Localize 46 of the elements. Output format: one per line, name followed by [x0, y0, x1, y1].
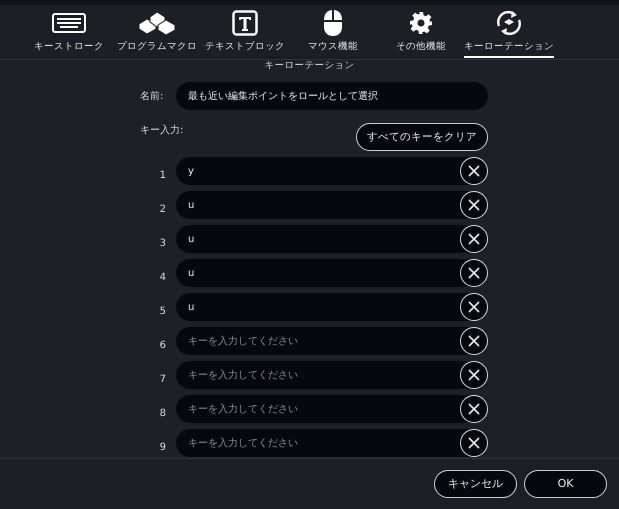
row-number: 6: [158, 338, 167, 350]
close-icon: [468, 267, 480, 279]
row-number: 2: [158, 202, 167, 214]
row-number: 1: [158, 168, 167, 180]
keyboard-icon: [52, 13, 86, 33]
close-icon: [468, 233, 480, 245]
remove-key-button[interactable]: [460, 395, 488, 423]
section-heading: キーローテーション: [264, 60, 354, 71]
remove-key-button[interactable]: [460, 429, 488, 457]
remove-key-button[interactable]: [460, 293, 488, 321]
remove-key-button[interactable]: [460, 157, 488, 185]
row-number: 3: [158, 236, 167, 248]
key-input-label: キー入力:: [140, 124, 184, 137]
remove-key-button[interactable]: [460, 191, 488, 219]
rotation-icon: [494, 10, 524, 36]
row-number: 7: [158, 372, 167, 384]
tab[interactable]: プログラムマクロ: [113, 5, 201, 59]
close-icon: [468, 437, 480, 449]
name-label: 名前:: [140, 90, 164, 103]
close-icon: [468, 335, 480, 347]
remove-key-button[interactable]: [460, 225, 488, 253]
row-number: 9: [158, 440, 167, 452]
row-number: 4: [158, 270, 167, 282]
mouse-icon: [323, 9, 343, 37]
close-icon: [468, 369, 480, 381]
clear-all-button[interactable]: すべてのキーをクリア: [356, 123, 488, 151]
text-box-icon: [232, 10, 258, 36]
cancel-button[interactable]: キャンセル: [434, 470, 517, 498]
tab[interactable]: キーストローク: [25, 5, 113, 59]
ok-button[interactable]: OK: [524, 470, 607, 498]
row-number: 5: [158, 304, 167, 316]
close-icon: [468, 301, 480, 313]
row-number: 8: [158, 406, 167, 418]
remove-key-button[interactable]: [460, 327, 488, 355]
remove-key-button[interactable]: [460, 259, 488, 287]
gear-icon: [409, 11, 433, 35]
close-icon: [468, 403, 480, 415]
name-field[interactable]: 最も近い編集ポイントをロールとして選択: [176, 82, 488, 110]
keys-icon: [137, 10, 177, 36]
remove-key-button[interactable]: [460, 361, 488, 389]
close-icon: [468, 165, 480, 177]
close-icon: [468, 199, 480, 211]
tab[interactable]: キーローテーション: [465, 5, 553, 59]
tab[interactable]: テキストブロック: [201, 5, 289, 59]
tab[interactable]: マウス機能: [289, 5, 377, 59]
tab[interactable]: その他機能: [377, 5, 465, 59]
